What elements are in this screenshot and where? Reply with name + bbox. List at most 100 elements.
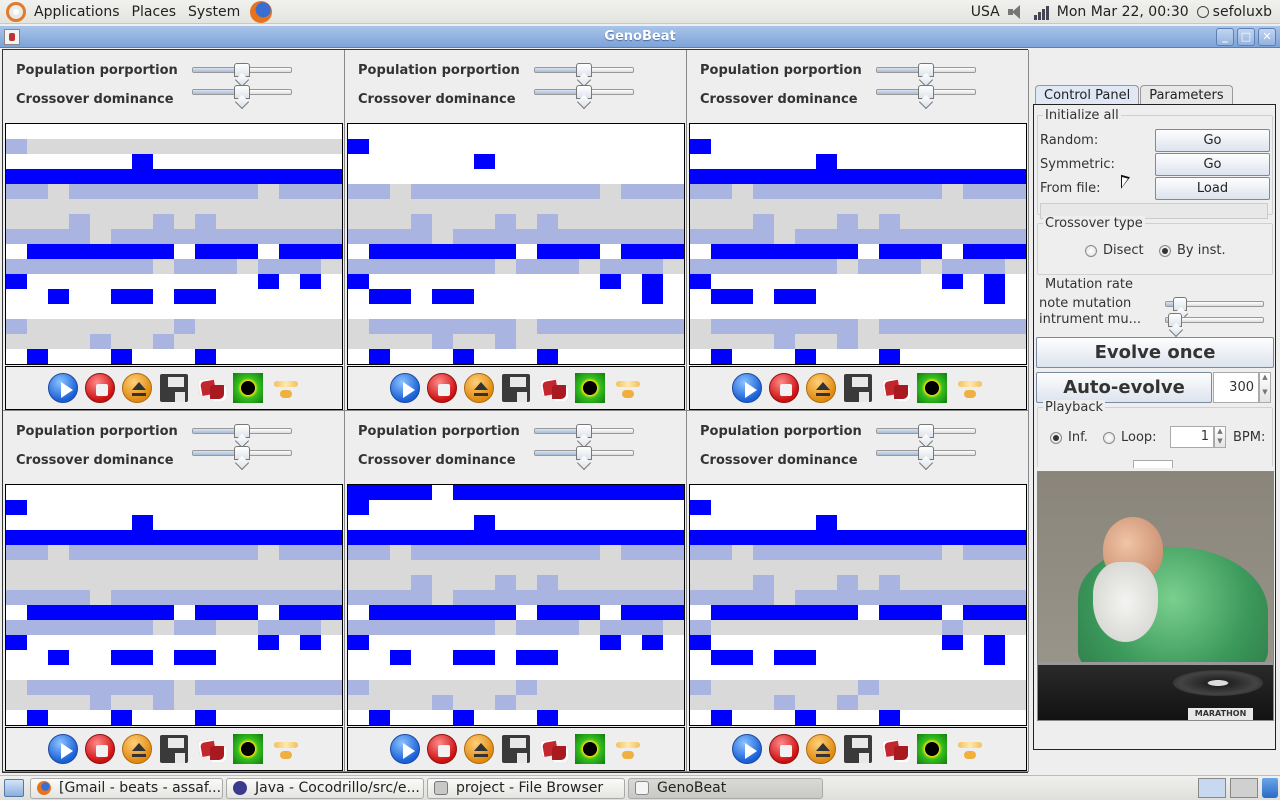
pattern-cell-active[interactable] [369, 349, 390, 364]
pattern-cell-active[interactable] [858, 169, 879, 184]
pattern-cell-inherited[interactable] [942, 590, 963, 605]
play-button[interactable] [731, 733, 763, 765]
pattern-cell-active[interactable] [27, 605, 48, 620]
pattern-cell-active[interactable] [132, 650, 153, 665]
pattern-cell-active[interactable] [732, 530, 753, 545]
pattern-cell-active[interactable] [879, 169, 900, 184]
pattern-cell-inherited[interactable] [174, 590, 195, 605]
pattern-cell-active[interactable] [300, 274, 321, 289]
pattern-cell-active[interactable] [837, 530, 858, 545]
pattern-cell-active[interactable] [390, 289, 411, 304]
pattern-cell-active[interactable] [216, 605, 237, 620]
pattern-cell-active[interactable] [774, 605, 795, 620]
pattern-cell-active[interactable] [453, 605, 474, 620]
pattern-cell-inherited[interactable] [300, 259, 321, 274]
pattern-cell-inherited[interactable] [879, 575, 900, 590]
bpm-input[interactable] [1133, 460, 1173, 468]
pattern-cell-inherited[interactable] [369, 229, 390, 244]
pattern-cell-active[interactable] [753, 530, 774, 545]
pattern-cell-active[interactable] [216, 169, 237, 184]
pattern-cell-inherited[interactable] [942, 259, 963, 274]
pattern-cell-active[interactable] [879, 710, 900, 725]
pattern-cell-inherited[interactable] [216, 259, 237, 274]
pattern-cell-active[interactable] [663, 530, 684, 545]
merge-button[interactable] [953, 733, 985, 765]
pattern-cell-active[interactable] [579, 485, 600, 500]
pattern-cell-inherited[interactable] [69, 214, 90, 229]
pattern-cell-inherited[interactable] [195, 680, 216, 695]
pattern-cell-active[interactable] [300, 605, 321, 620]
pattern-cell-inherited[interactable] [111, 545, 132, 560]
pattern-cell-inherited[interactable] [195, 590, 216, 605]
pattern-cell-active[interactable] [390, 650, 411, 665]
pattern-cell-inherited[interactable] [663, 229, 684, 244]
pattern-cell-active[interactable] [390, 485, 411, 500]
fractal-button[interactable] [232, 733, 264, 765]
pattern-cell-inherited[interactable] [432, 334, 453, 349]
load-file-button[interactable]: Load [1155, 177, 1270, 200]
app-icon[interactable] [4, 29, 20, 45]
pattern-cell-inherited[interactable] [279, 590, 300, 605]
pattern-cell-active[interactable] [642, 530, 663, 545]
pattern-cell-active[interactable] [732, 289, 753, 304]
pattern-cell-inherited[interactable] [453, 229, 474, 244]
pattern-cell-inherited[interactable] [48, 680, 69, 695]
pattern-cell-inherited[interactable] [6, 590, 27, 605]
minimize-button[interactable]: _ [1216, 28, 1234, 46]
pattern-cell-inherited[interactable] [816, 259, 837, 274]
pattern-cell-active[interactable] [195, 169, 216, 184]
pattern-cell-inherited[interactable] [27, 259, 48, 274]
pattern-cell-active[interactable] [474, 650, 495, 665]
pattern-cell-active[interactable] [174, 169, 195, 184]
pattern-cell-active[interactable] [369, 244, 390, 259]
pattern-cell-active[interactable] [879, 605, 900, 620]
pattern-cell-inherited[interactable] [237, 590, 258, 605]
pattern-cell-inherited[interactable] [195, 184, 216, 199]
pattern-cell-inherited[interactable] [432, 259, 453, 274]
save-button[interactable] [842, 372, 874, 404]
pattern-cell-inherited[interactable] [921, 184, 942, 199]
fractal-button[interactable] [574, 733, 606, 765]
eject-button[interactable] [121, 372, 153, 404]
pattern-cell-active[interactable] [600, 635, 621, 650]
pattern-cell-inherited[interactable] [621, 319, 642, 334]
pattern-cell-active[interactable] [258, 530, 279, 545]
pattern-cell-inherited[interactable] [774, 334, 795, 349]
pattern-cell-inherited[interactable] [69, 680, 90, 695]
pattern-cell-active[interactable] [537, 530, 558, 545]
pattern-cell-active[interactable] [300, 635, 321, 650]
pattern-cell-inherited[interactable] [711, 229, 732, 244]
pattern-cell-inherited[interactable] [90, 620, 111, 635]
pattern-cell-inherited[interactable] [921, 590, 942, 605]
pattern-cell-inherited[interactable] [816, 590, 837, 605]
pattern-cell-inherited[interactable] [879, 259, 900, 274]
pattern-cell-active[interactable] [453, 650, 474, 665]
pattern-cell-inherited[interactable] [621, 620, 642, 635]
pattern-cell-inherited[interactable] [963, 229, 984, 244]
pattern-cell-inherited[interactable] [537, 545, 558, 560]
pattern-cell-active[interactable] [642, 485, 663, 500]
pattern-cell-active[interactable] [321, 244, 342, 259]
pattern-cell-inherited[interactable] [858, 184, 879, 199]
pattern-cell-inherited[interactable] [90, 545, 111, 560]
pattern-cell-active[interactable] [579, 605, 600, 620]
pattern-cell-inherited[interactable] [195, 259, 216, 274]
pattern-cell-inherited[interactable] [369, 590, 390, 605]
pattern-cell-inherited[interactable] [900, 229, 921, 244]
pattern-cell-inherited[interactable] [111, 229, 132, 244]
pattern-cell-inherited[interactable] [1005, 229, 1026, 244]
pattern-cell-inherited[interactable] [663, 319, 684, 334]
pattern-cell-active[interactable] [390, 530, 411, 545]
pattern-cell-inherited[interactable] [690, 590, 711, 605]
auto-evolve-interval-input[interactable]: 300 [1213, 372, 1259, 403]
pattern-cell-inherited[interactable] [111, 590, 132, 605]
disect-radio[interactable] [1085, 245, 1097, 257]
symmetric-go-button[interactable]: Go [1155, 153, 1270, 176]
pattern-cell-active[interactable] [711, 169, 732, 184]
population-proportion-thumb[interactable] [576, 63, 592, 77]
pattern-cell-inherited[interactable] [600, 620, 621, 635]
pattern-cell-active[interactable] [321, 169, 342, 184]
crossover-dominance-thumb[interactable] [918, 446, 934, 460]
population-proportion-slider[interactable] [876, 424, 976, 438]
pattern-cell-inherited[interactable] [237, 680, 258, 695]
